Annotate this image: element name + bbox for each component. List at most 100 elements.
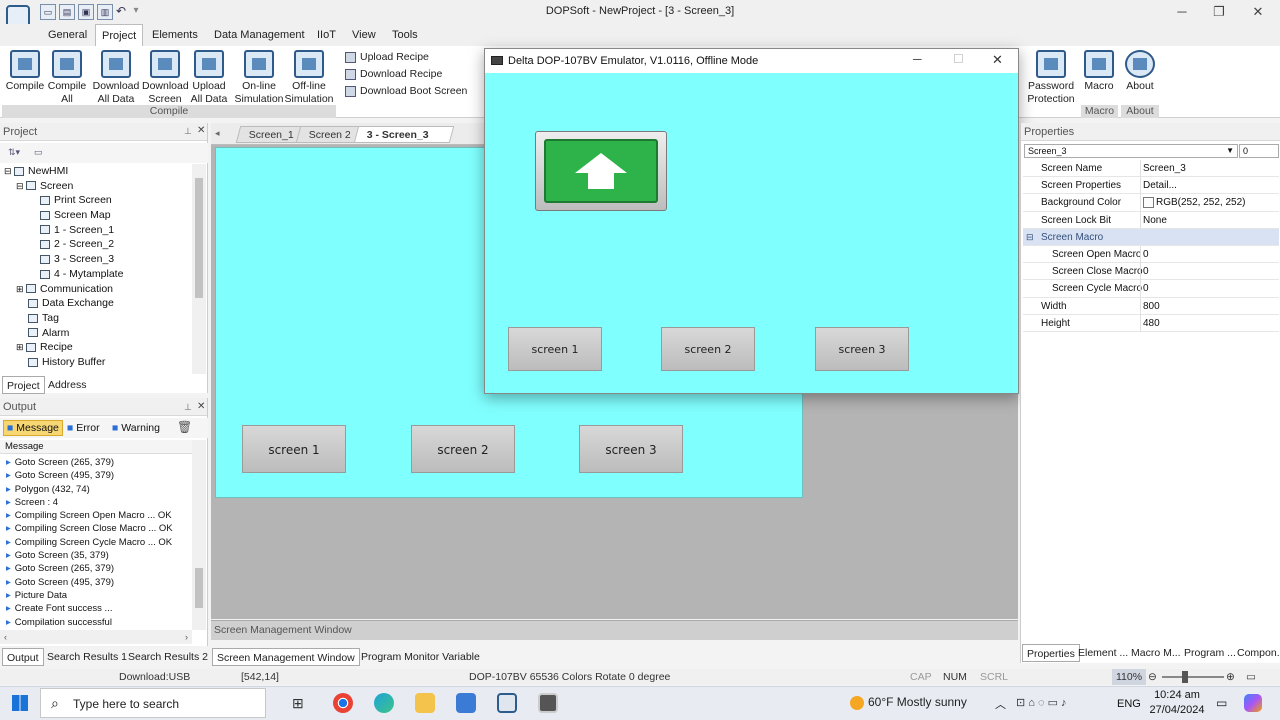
list-item[interactable]: Goto Screen (265, 379) (2, 562, 192, 575)
canvas-screen-2-button[interactable]: screen 2 (411, 425, 515, 473)
offline-simulation-button[interactable]: Off-line Simulation (284, 50, 334, 106)
menu-general[interactable]: General (42, 24, 93, 46)
tree-item-screen-1[interactable]: 1 - Screen_1 (4, 223, 190, 238)
list-item[interactable]: Compilation successful (2, 616, 192, 629)
tab-scroll-left-icon[interactable]: ◂ (215, 128, 220, 139)
canvas-screen-1-button[interactable]: screen 1 (242, 425, 346, 473)
list-item[interactable]: Compiling Screen Open Macro ... OK (2, 509, 192, 522)
chrome-icon[interactable] (333, 693, 353, 713)
notification-icon[interactable]: ▭ (1216, 696, 1227, 710)
tree-item-screen-2[interactable]: 2 - Screen_2 (4, 237, 190, 252)
upload-recipe-button[interactable]: Upload Recipe (345, 51, 429, 63)
filter-error-button[interactable]: ■ Error (67, 420, 100, 436)
download-screen-button[interactable]: Download Screen (142, 50, 189, 106)
password-protection-button[interactable]: Password Protection (1026, 50, 1076, 106)
menu-elements[interactable]: Elements (146, 24, 204, 46)
emulator-screen-2-button[interactable]: screen 2 (661, 327, 755, 371)
list-item[interactable]: Screen : 4 (2, 496, 192, 509)
list-item[interactable]: Goto Screen (265, 379) (2, 456, 192, 469)
tab-program[interactable]: Program ... (1180, 644, 1240, 662)
tab-output[interactable]: Output (2, 648, 44, 666)
emulator-close-icon[interactable]: ✕ (992, 52, 1003, 68)
tree-item-screen-map[interactable]: Screen Map (4, 208, 190, 223)
output-hscrollbar[interactable]: ‹ › (0, 630, 192, 644)
emulator-title-bar[interactable]: Delta DOP-107BV Emulator, V1.0116, Offli… (485, 49, 1018, 73)
canvas-screen-3-button[interactable]: screen 3 (579, 425, 683, 473)
list-item[interactable]: Compiling Screen Close Macro ... OK (2, 522, 192, 535)
maximize-icon[interactable]: ❐ (1197, 2, 1241, 22)
tree-item-newhmi[interactable]: ⊟ NewHMI (4, 164, 190, 179)
tab-macro-manager[interactable]: Macro M... (1127, 644, 1185, 662)
tab-properties[interactable]: Properties (1022, 644, 1080, 662)
filter-message-button[interactable]: ■ Message (3, 420, 63, 436)
download-app-icon[interactable] (456, 693, 476, 713)
file-explorer-icon[interactable] (415, 693, 435, 713)
panel-close-icon[interactable]: ✕ (197, 125, 205, 136)
tab-element[interactable]: Element ... (1074, 644, 1132, 662)
pin-icon[interactable]: ⊥ (184, 402, 192, 413)
tree-item-print-screen[interactable]: Print Screen (4, 193, 190, 208)
tab-search-results-2[interactable]: Search Results 2 (124, 648, 212, 666)
dopsoft-app-icon[interactable] (497, 693, 517, 713)
emulator-screen-3-button[interactable]: screen 3 (815, 327, 909, 371)
sort-icon[interactable]: ⇅▾ (8, 147, 28, 159)
tab-address[interactable]: Address (44, 376, 91, 394)
menu-data-management[interactable]: Data Management (208, 24, 311, 46)
zoom-slider-thumb[interactable] (1182, 671, 1188, 683)
tab-project[interactable]: Project (2, 376, 45, 394)
online-simulation-button[interactable]: On-line Simulation (234, 50, 284, 106)
tree-item-data-exchange[interactable]: Data Exchange (4, 296, 190, 311)
output-scrollbar[interactable] (192, 440, 206, 630)
download-all-data-button[interactable]: Download All Data (92, 50, 140, 106)
list-item[interactable]: Compiling Screen Cycle Macro ... OK (2, 536, 192, 549)
windows-start-icon[interactable] (12, 695, 28, 711)
view-icon[interactable]: ▭ (34, 147, 48, 159)
tree-item-communication[interactable]: ⊞ Communication (4, 282, 190, 297)
list-item[interactable]: Polygon (432, 74) (2, 483, 192, 496)
language-indicator[interactable]: ENG (1117, 698, 1141, 710)
taskbar-search-box[interactable]: ⌕ Type here to search (40, 688, 266, 718)
clock-date[interactable]: 27/04/2024 (1146, 704, 1208, 716)
edge-icon[interactable] (374, 693, 394, 713)
list-item[interactable]: Picture Data (2, 589, 192, 602)
emulator-app-icon[interactable] (538, 693, 558, 713)
expand-icon[interactable]: ⊟ (16, 181, 26, 191)
task-view-icon[interactable]: ⊞ (292, 695, 304, 712)
tree-item-screen-3[interactable]: 3 - Screen_3 (4, 252, 190, 267)
property-row[interactable]: Width 800 (1023, 297, 1279, 315)
filter-warning-button[interactable]: ■ Warning (112, 420, 160, 436)
list-item[interactable]: Goto Screen (495, 379) (2, 576, 192, 589)
property-row[interactable]: Screen Lock Bit None (1023, 211, 1279, 229)
download-recipe-button[interactable]: Download Recipe (345, 68, 442, 80)
tab-components[interactable]: Compon... (1233, 644, 1280, 662)
list-item[interactable]: Goto Screen (35, 379) (2, 549, 192, 562)
compile-all-button[interactable]: Compile All (46, 50, 88, 106)
menu-view[interactable]: View (346, 24, 382, 46)
macro-button[interactable]: Macro (1082, 50, 1116, 93)
about-button[interactable]: About (1122, 50, 1158, 93)
property-row[interactable]: Screen Cycle Macro 0 (1023, 280, 1279, 298)
menu-project[interactable]: Project (95, 24, 144, 46)
compile-button[interactable]: Compile (4, 50, 46, 93)
menu-iiot[interactable]: IIoT (311, 24, 342, 46)
project-tree-scrollbar[interactable] (192, 164, 206, 374)
tree-item-mytamplate[interactable]: 4 - Mytamplate (4, 267, 190, 282)
selector-extra-field[interactable]: 0 (1239, 144, 1279, 158)
tab-screen-3[interactable]: 3 - Screen_3✕ (353, 126, 455, 158)
emulator-maximize-icon[interactable]: ☐ (953, 52, 964, 66)
emulator-minimize-icon[interactable]: ─ (913, 52, 922, 66)
green-up-arrow-button[interactable] (535, 131, 667, 211)
upload-all-data-button[interactable]: Upload All Data (189, 50, 229, 106)
property-group-screen-macro[interactable]: ⊟ Screen Macro (1023, 228, 1279, 246)
trash-icon[interactable]: 🗑 (177, 420, 192, 434)
menu-tools[interactable]: Tools (386, 24, 424, 46)
property-row[interactable]: Screen Properties Detail... (1023, 177, 1279, 195)
list-item[interactable]: Goto Screen (495, 379) (2, 469, 192, 482)
expand-icon[interactable]: ⊟ (4, 166, 14, 176)
property-row[interactable]: Screen Open Macro 0 (1023, 245, 1279, 264)
download-boot-screen-button[interactable]: Download Boot Screen (345, 85, 467, 97)
tree-item-screen[interactable]: ⊟ Screen (4, 179, 190, 194)
emulator-screen-1-button[interactable]: screen 1 (508, 327, 602, 371)
tab-search-results-1[interactable]: Search Results 1 (43, 648, 131, 666)
tab-screen-management-window[interactable]: Screen Management Window (212, 648, 360, 666)
